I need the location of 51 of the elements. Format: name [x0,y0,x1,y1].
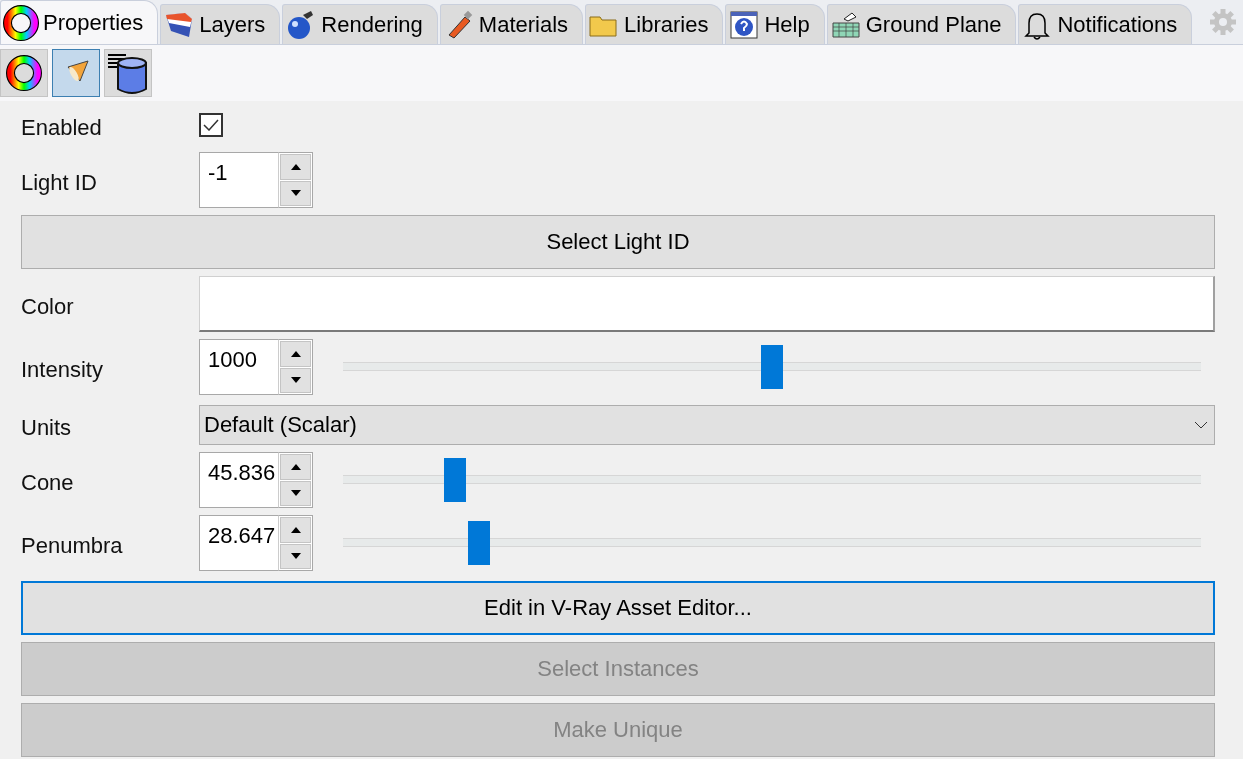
field-label: Enabled [21,114,103,141]
number-field[interactable]: 1000 [199,339,278,395]
tab[interactable]: Libraries [585,4,724,44]
decrement-button[interactable] [280,367,311,393]
dropdown[interactable]: Default (Scalar) [199,405,1215,445]
decrement-button[interactable] [280,543,311,569]
tab[interactable]: Ground Plane [826,4,1017,44]
down-arrow-icon [290,190,301,197]
checkbox[interactable] [199,113,223,137]
up-arrow-icon [290,526,301,533]
down-arrow-icon [290,553,301,560]
slider-thumb[interactable] [443,458,466,502]
slider-thumb[interactable] [761,345,783,389]
down-arrow-icon [290,377,301,384]
decrement-button[interactable] [280,180,311,206]
up-arrow-icon [290,163,301,170]
tab[interactable]: Rendering [282,4,438,44]
action-button[interactable]: Select Light ID [21,215,1215,269]
colorwheel-icon [3,4,39,41]
number-field[interactable]: 45.836 [199,452,278,508]
field-label: Color [21,293,75,320]
field-label: Penumbra [21,532,124,559]
cylinder-icon [106,51,150,95]
up-arrow-icon [290,463,301,470]
field-label: Light ID [21,169,98,196]
number-field[interactable]: -1 [199,152,278,208]
toolbar-button[interactable] [0,49,48,97]
field-label: Cone [21,469,75,496]
increment-button[interactable] [280,517,311,543]
tab[interactable]: Materials [439,4,584,44]
color-wheel-icon [6,55,42,91]
help-icon [728,8,761,41]
number-field[interactable]: 28.647 [199,515,278,571]
decrement-button[interactable] [280,480,311,506]
field-label: Intensity [21,356,104,383]
tab[interactable]: Layers [160,4,281,44]
tab[interactable]: Properties [0,0,159,44]
down-arrow-icon [290,490,301,497]
action-button[interactable]: Edit in V-Ray Asset Editor... [21,581,1215,635]
slider-thumb[interactable] [467,521,490,565]
up-arrow-icon [290,350,301,357]
increment-button[interactable] [280,341,311,367]
tab[interactable]: Help [725,4,825,44]
increment-button[interactable] [280,154,311,180]
field-label: Units [21,414,73,441]
tab[interactable]: Notifications [1018,4,1193,44]
toolbar-button[interactable] [104,49,152,97]
checkmark-icon [203,119,219,131]
increment-button[interactable] [280,454,311,480]
chevron-down-icon [1194,421,1208,429]
color-swatch[interactable] [199,276,1215,332]
